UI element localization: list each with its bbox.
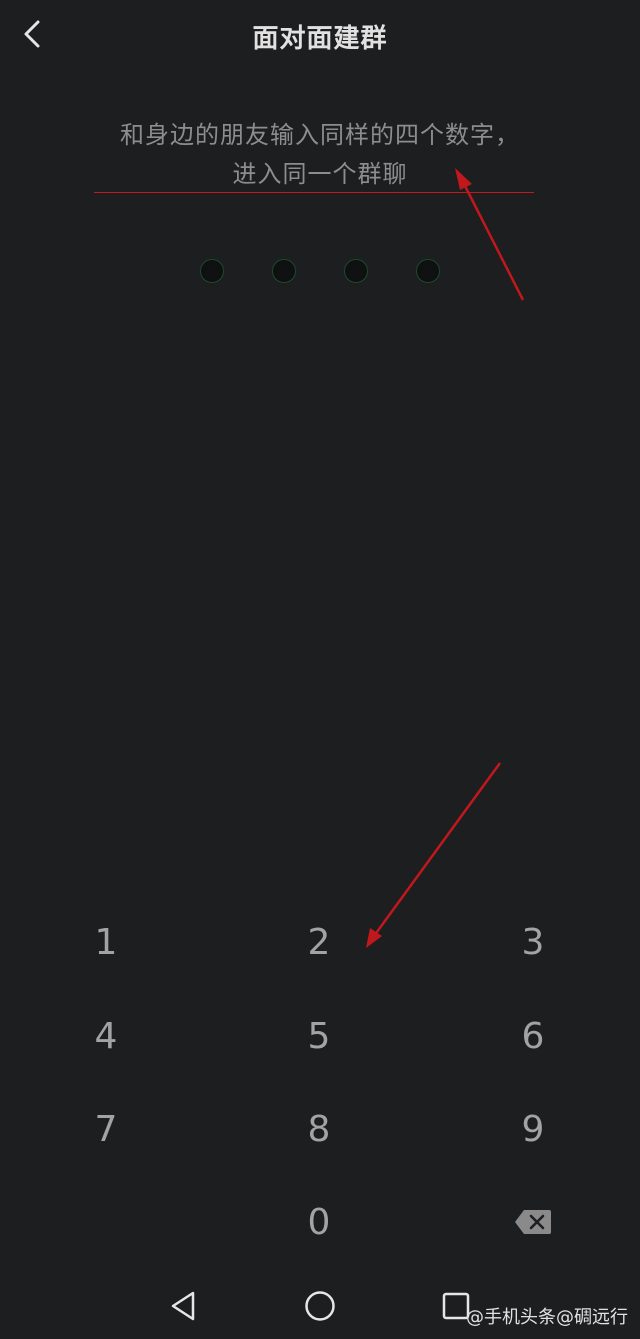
watermark: @手机头条@碉远行 [466,1307,628,1328]
key-3[interactable]: 3 [463,900,603,984]
code-dots [200,259,440,285]
key-9[interactable]: 9 [463,1087,603,1171]
page-title: 面对面建群 [252,24,388,54]
key-6[interactable]: 6 [463,994,603,1078]
nav-home-button[interactable] [298,1284,342,1328]
code-dot-1 [200,259,224,283]
system-nav-bar: @手机头条@碉远行 [0,1270,640,1339]
code-dot-4 [416,259,440,283]
code-dot-3 [344,259,368,283]
triangle-back-icon [171,1291,195,1321]
backspace-icon [515,1210,551,1234]
key-8[interactable]: 8 [249,1087,389,1171]
nav-back-button[interactable] [161,1284,205,1328]
delete-key[interactable] [463,1180,603,1264]
key-1[interactable]: 1 [36,900,176,984]
annotation-underline [94,192,534,193]
key-0[interactable]: 0 [249,1180,389,1264]
circle-home-icon [305,1291,335,1321]
key-4[interactable]: 4 [36,994,176,1078]
number-keypad: 1 2 3 4 5 6 7 8 9 0 [0,890,640,1262]
key-5[interactable]: 5 [249,994,389,1078]
instruction-line-1: 和身边的朋友输入同样的四个数字， [120,121,520,149]
instruction-line-2: 进入同一个群聊 [232,160,408,188]
key-2[interactable]: 2 [249,900,389,984]
code-dot-2 [272,259,296,283]
key-7[interactable]: 7 [36,1087,176,1171]
instruction-text: 和身边的朋友输入同样的四个数字， 进入同一个群聊 [0,116,640,194]
header: 面对面建群 [0,0,640,70]
